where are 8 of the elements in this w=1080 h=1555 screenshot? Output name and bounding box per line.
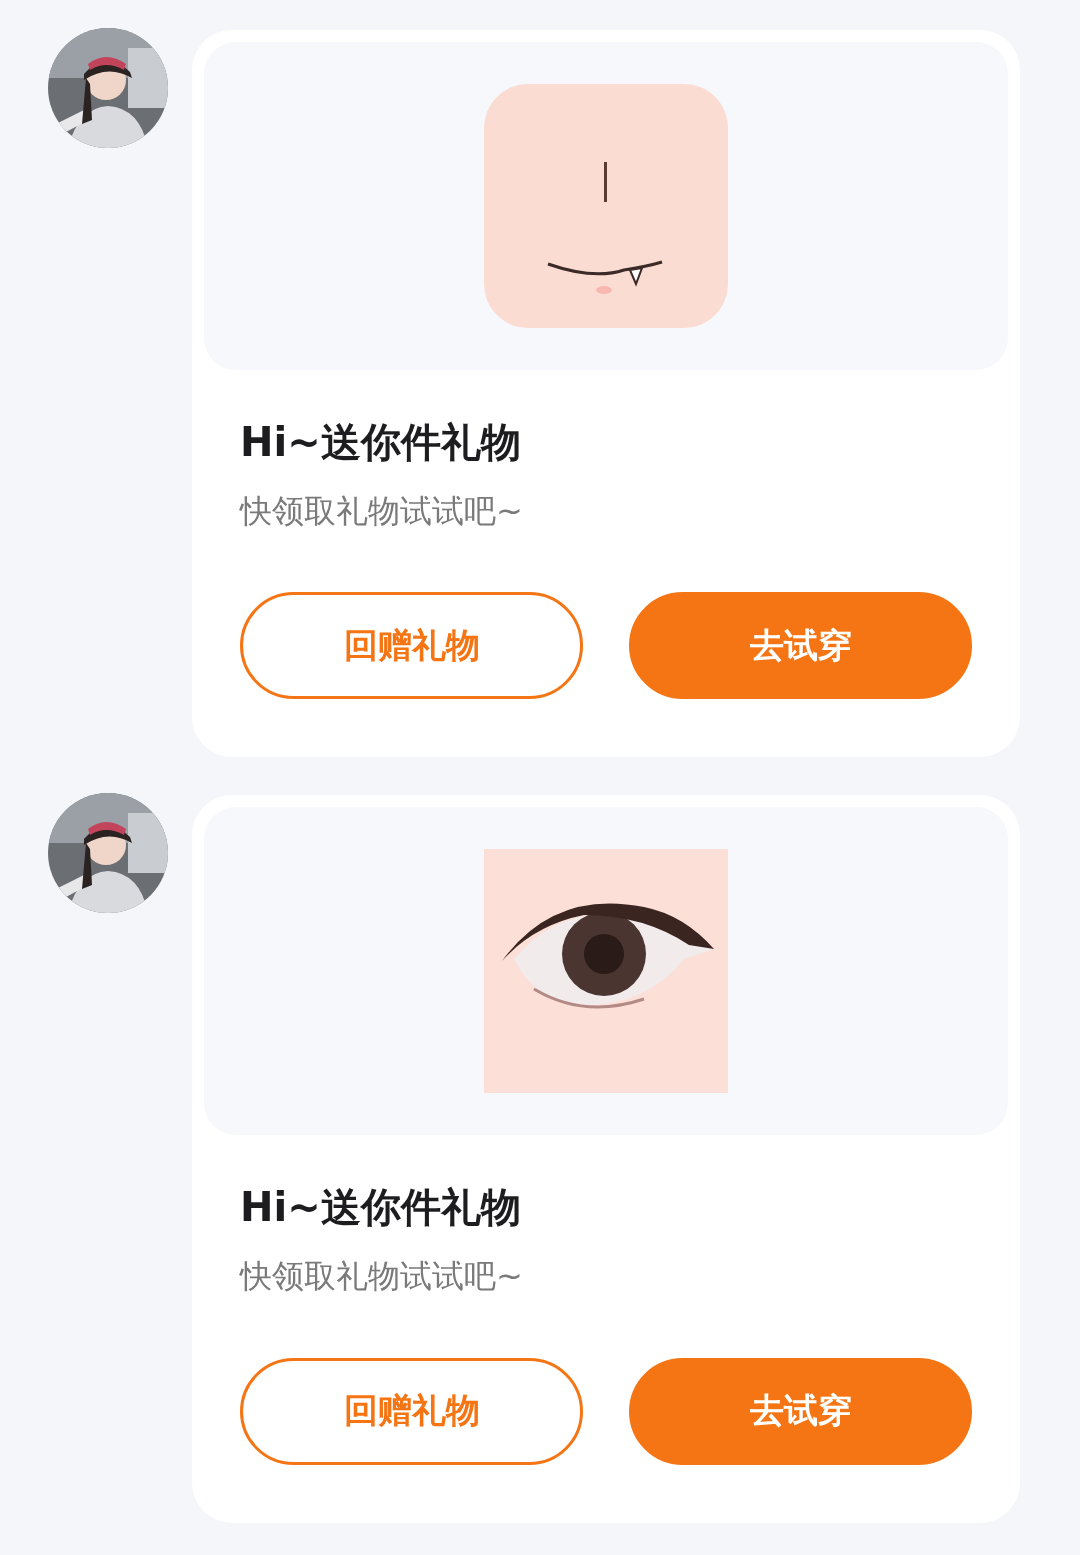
gift-title: Hi~送你件礼物 — [240, 1183, 522, 1232]
gift-subtitle: 快领取礼物试试吧~ — [240, 1257, 524, 1296]
try-on-button[interactable]: 去试穿 — [629, 1357, 972, 1465]
gift-title: Hi~送你件礼物 — [240, 418, 522, 466]
return-gift-button[interactable]: 回赠礼物 — [240, 592, 583, 700]
gift-subtitle: 快领取礼物试试吧~ — [240, 492, 524, 531]
return-gift-button[interactable]: 回赠礼物 — [240, 1357, 583, 1465]
try-on-button[interactable]: 去试穿 — [629, 592, 972, 700]
